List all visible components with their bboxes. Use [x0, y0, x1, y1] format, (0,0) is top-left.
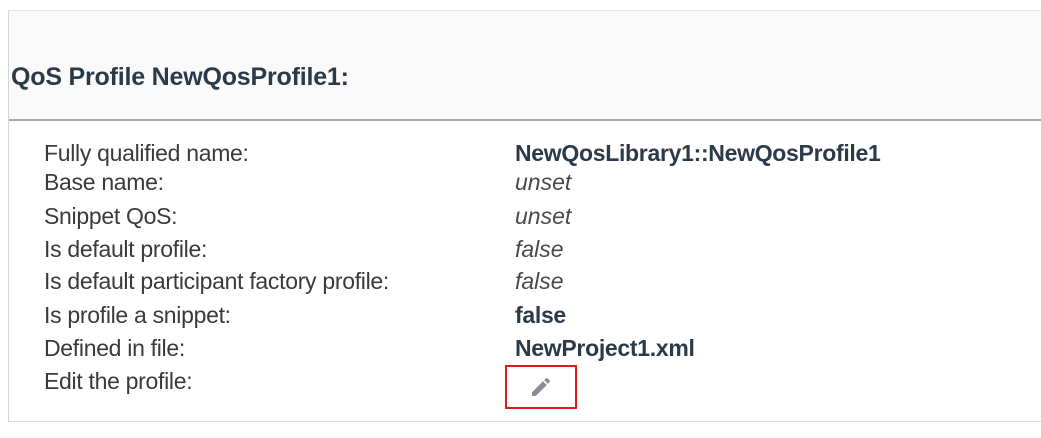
property-label: Is default profile: [44, 236, 208, 262]
page-title: QoS Profile NewQosProfile1: [11, 63, 349, 91]
property-label: Edit the profile: [44, 368, 193, 394]
property-label: Base name: [44, 169, 164, 195]
property-row-is-default-participant-factory-profile: Is default participant factory profile: … [44, 266, 1041, 296]
property-value-fully-qualified-name: NewQosLibrary1::NewQosProfile1 [515, 140, 881, 166]
property-row-fully-qualified-name: Fully qualified name: NewQosLibrary1::Ne… [44, 138, 1041, 168]
property-value-is-default-profile: false [515, 236, 564, 262]
edit-profile-button[interactable] [505, 365, 577, 409]
property-value-is-default-participant-factory-profile: false [515, 268, 564, 294]
panel-header: QoS Profile NewQosProfile1: [9, 11, 1041, 121]
property-row-defined-in-file: Defined in file: NewProject1.xml [44, 333, 1041, 363]
property-label: Defined in file: [44, 335, 185, 361]
property-label: Snippet QoS: [44, 203, 178, 229]
property-label: Fully qualified name: [44, 140, 249, 166]
property-row-is-default-profile: Is default profile: false [44, 234, 1041, 264]
property-row-is-profile-a-snippet: Is profile a snippet: false [44, 300, 1041, 330]
property-value-is-profile-a-snippet: false [515, 302, 566, 328]
property-value-base-name: unset [515, 169, 572, 195]
property-row-base-name: Base name: unset [44, 167, 1041, 197]
property-value-snippet-qos: unset [515, 203, 572, 229]
property-label: Is default participant factory profile: [44, 268, 389, 294]
property-value-defined-in-file: NewProject1.xml [515, 335, 695, 361]
pencil-icon [532, 377, 551, 396]
property-row-snippet-qos: Snippet QoS: unset [44, 201, 1041, 231]
property-label: Is profile a snippet: [44, 302, 231, 328]
